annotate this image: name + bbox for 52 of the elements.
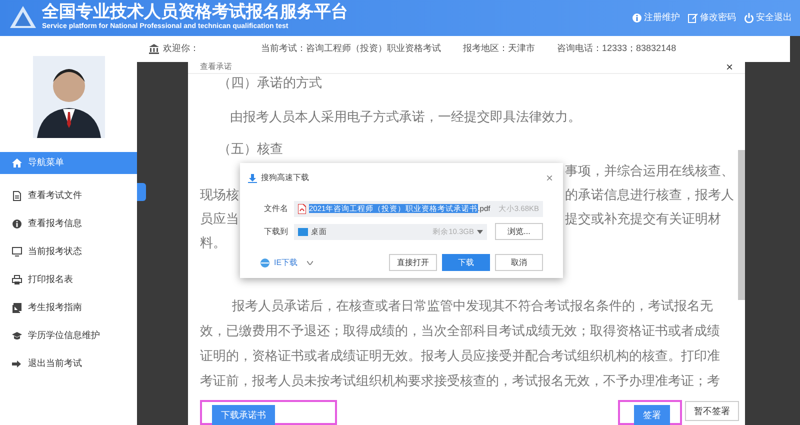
download-icon (248, 174, 257, 182)
field-label: 文件名 (264, 203, 286, 215)
field-label: 下载到 (264, 226, 286, 238)
welcome-label: 欢迎你： (163, 42, 199, 56)
paragraph: 由报考人员本人采用电子方式承诺，一经提交即具法律效力。 (230, 109, 581, 127)
scrollbar[interactable] (738, 150, 745, 300)
download-button[interactable]: 下载 (442, 254, 490, 271)
close-button[interactable]: × (546, 169, 553, 187)
menu-item[interactable]: 打印报名表 (0, 266, 137, 294)
caret-icon (477, 230, 483, 234)
open-button[interactable]: 直接打开 (389, 254, 437, 271)
decline-button[interactable]: 暂不签署 (685, 401, 739, 421)
caret-icon (306, 260, 313, 264)
close-button[interactable]: × (726, 58, 733, 76)
power-icon (744, 13, 754, 23)
menu-item[interactable]: 考生报考指南 (0, 294, 137, 322)
cancel-button[interactable]: 取消 (495, 254, 543, 271)
text-fragment: 事项，并综合运用在线核查、 (565, 163, 734, 181)
graduation-cap-icon (12, 331, 22, 341)
text-fragment: 的承诺信息进行核查，报考人 (565, 187, 734, 205)
file-icon (12, 191, 22, 201)
dialog-title: 搜狗高速下载 (261, 172, 309, 184)
paragraph: 报考人员承诺后，在核查或者日常监管中发现其不符合考试报名条件的，考试报名无 效，已缴费用不予退还；取得成绩的，当次全部科目考试成绩无效；取得资格证书或者成绩 证明的，资格证书或者成绩证明无效。报考人员应接受并配合考试组织机构的核查。打印准 考证前，报考人员未按考试组织机构要求接受核查的，考试报名无效，不予办理准考证；考 (200, 298, 720, 391)
site-title: 全国专业技术人员资格考试报名服务平台 (42, 3, 348, 22)
home-icon (12, 158, 22, 168)
current-exam: 当前考试：咨询工程师（投资）职业资格考试 (261, 42, 441, 56)
info-icon (632, 13, 642, 23)
menu-item[interactable]: 学历学位信息维护 (0, 322, 137, 350)
monitor-icon (12, 247, 22, 257)
text-fragment: 现场核 (200, 188, 239, 203)
modal-title: 查看承诺 (200, 60, 232, 72)
menu-item[interactable]: 查看报考信息 (0, 210, 137, 238)
browse-button[interactable]: 浏览... (495, 223, 543, 240)
info-icon (12, 219, 22, 229)
section-heading: （四）承诺的方式 (218, 75, 322, 93)
bank-icon (149, 44, 159, 54)
section-heading: （五）核查 (218, 141, 283, 159)
menu-item[interactable]: 当前报考状态 (0, 238, 137, 266)
text-fragment: 料。 (200, 236, 226, 251)
menu-item[interactable]: 查看考试文件 (0, 182, 137, 210)
pdf-icon (298, 204, 306, 214)
menu-item[interactable]: 退出当前考试 (0, 350, 137, 378)
text-fragment: 员应当 (200, 212, 239, 227)
folder-icon (298, 228, 308, 236)
text-fragment: 提交或补充提交有关证明材 (565, 211, 721, 229)
hotline: 咨询电话：12333；83832148 (557, 42, 676, 56)
edit-icon (688, 13, 698, 23)
exam-region: 报考地区：天津市 (463, 42, 535, 56)
exit-icon (12, 359, 22, 369)
printer-icon (12, 275, 22, 285)
sidebar-toggle[interactable] (137, 183, 146, 201)
ie-download-link[interactable]: IE下载 (260, 256, 298, 268)
